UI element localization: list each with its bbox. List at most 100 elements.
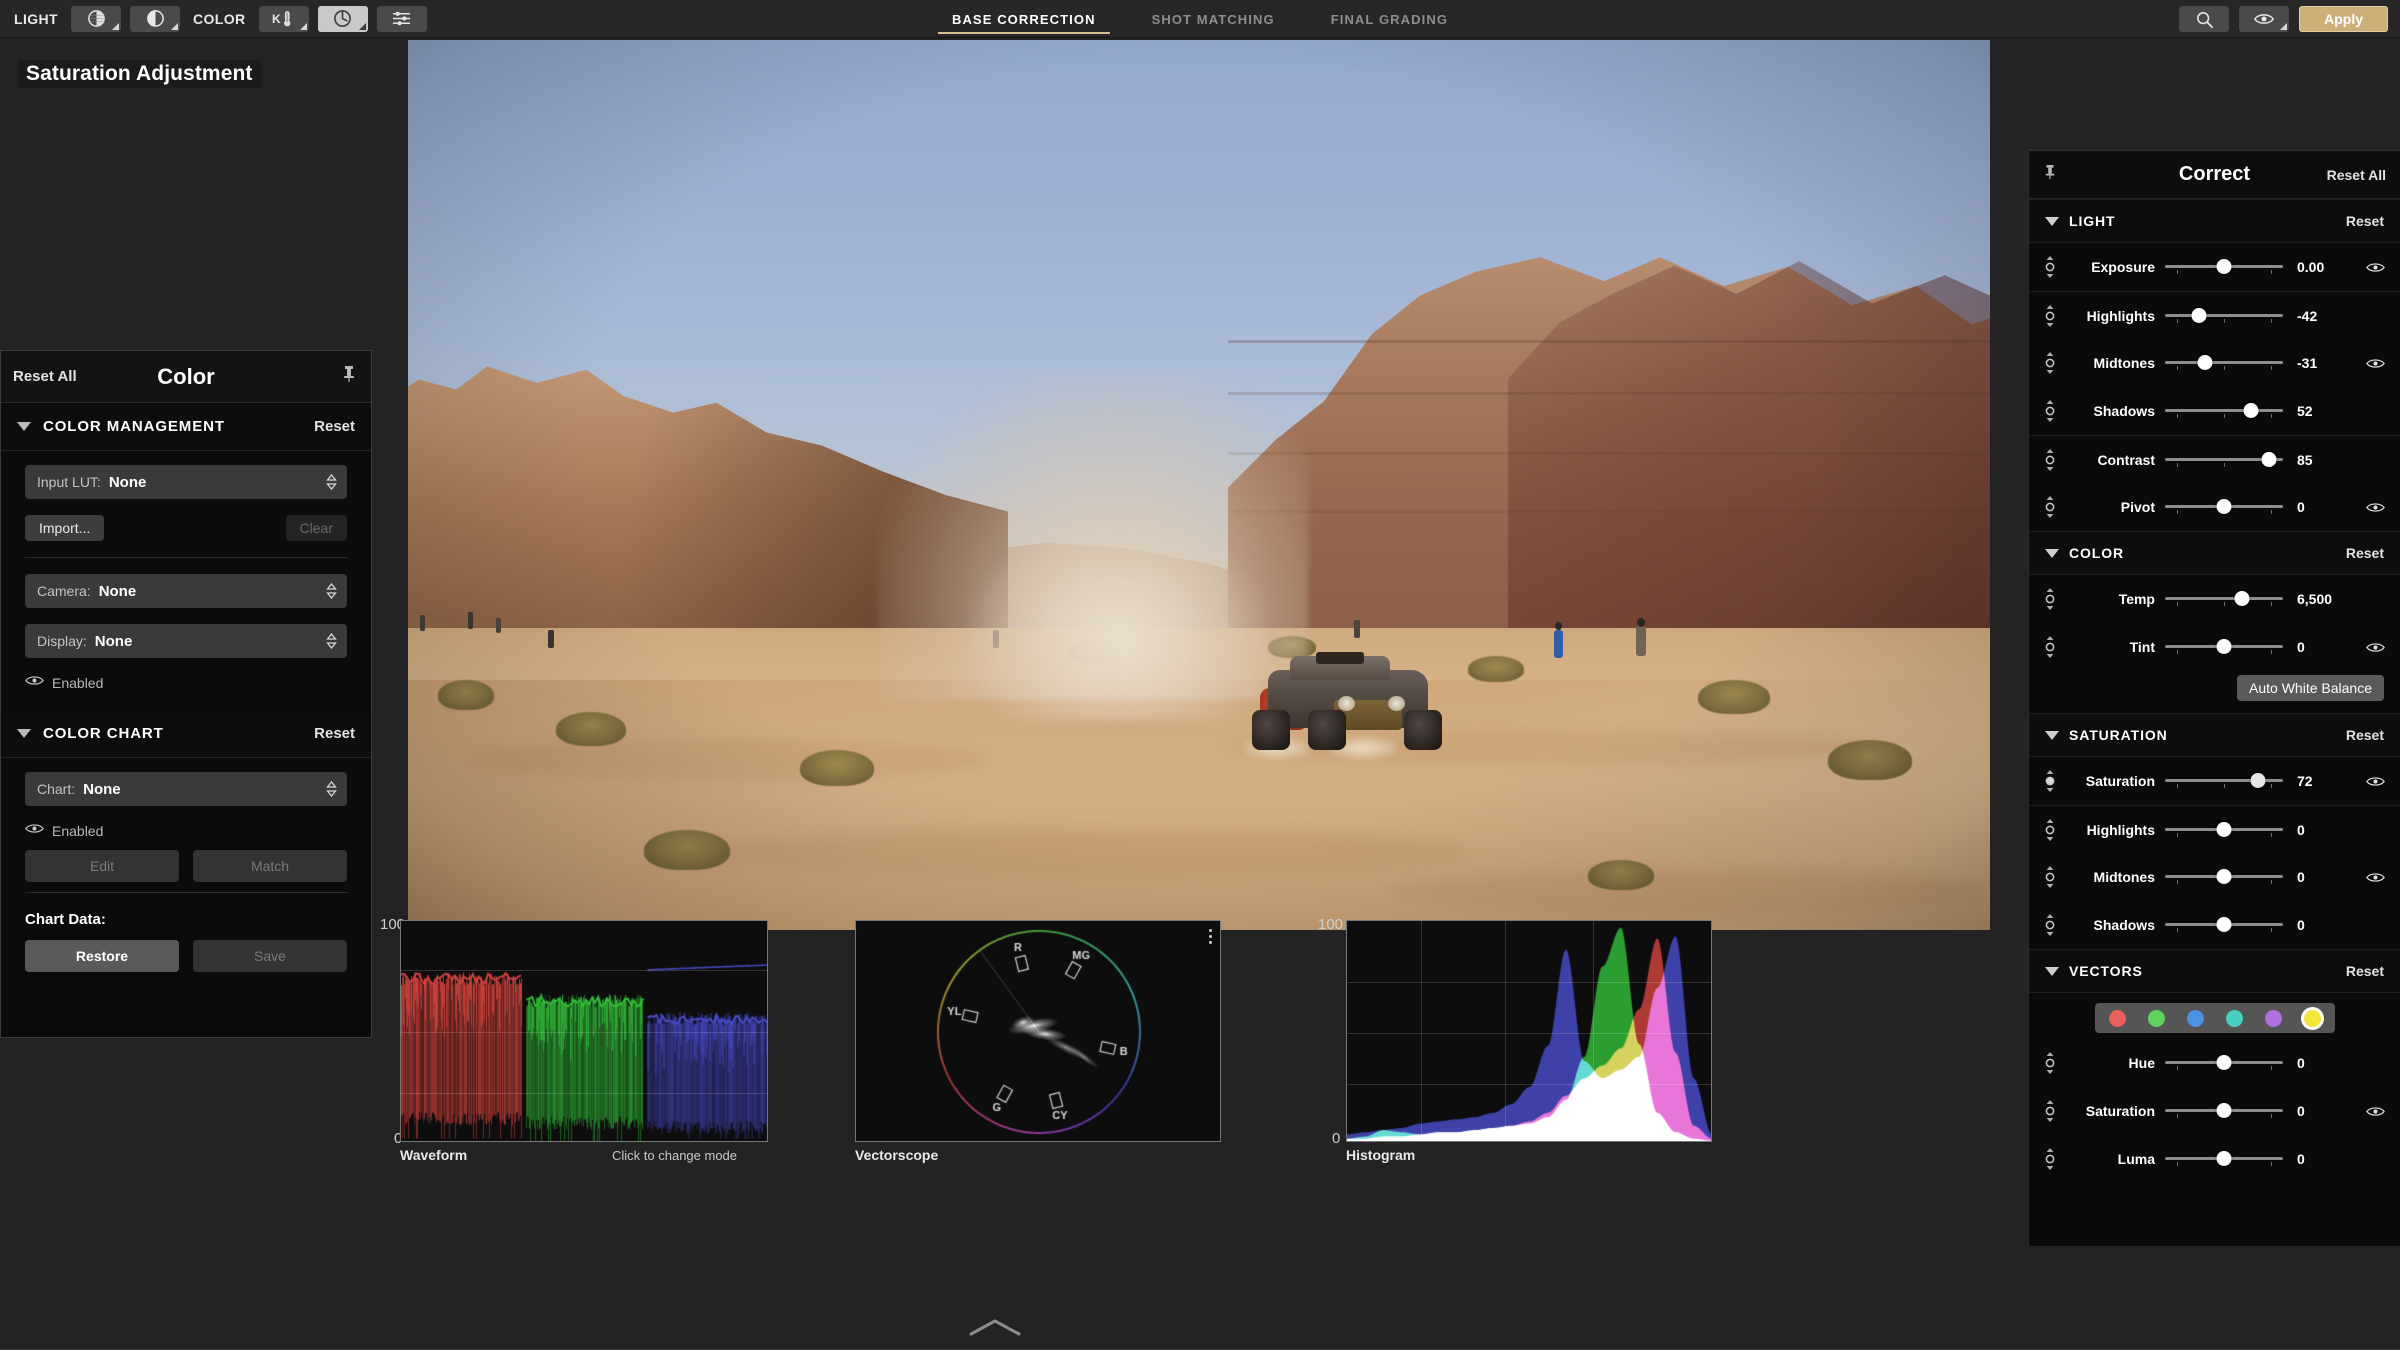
keyframe-knob-icon[interactable] — [2039, 495, 2061, 519]
preview-dropdown-corner[interactable] — [2280, 23, 2288, 30]
slider-track-light-pivot[interactable] — [2165, 496, 2283, 518]
slider-track-light-exposure[interactable] — [2165, 256, 2283, 278]
chevron-down-icon[interactable] — [2045, 216, 2059, 226]
chart-match-button[interactable]: Match — [193, 850, 347, 882]
vector-swatch-magenta[interactable] — [2254, 1006, 2293, 1030]
auto-white-balance-button[interactable]: Auto White Balance — [2237, 675, 2384, 701]
slider-eye-slot[interactable] — [2358, 1105, 2392, 1118]
keyframe-knob-icon[interactable] — [2039, 1099, 2061, 1123]
preview-toggle-button[interactable] — [2239, 6, 2290, 32]
correct-reset-all-button[interactable]: Reset All — [2327, 167, 2386, 183]
slider-eye-slot[interactable] — [2358, 775, 2392, 788]
slider-track-vectors-luma[interactable] — [2165, 1148, 2283, 1170]
pin-icon[interactable] — [2043, 164, 2057, 185]
chevron-down-icon[interactable] — [2045, 966, 2059, 976]
kelvin-temp-button[interactable]: K — [258, 5, 309, 32]
slider-track-saturation-midtones[interactable] — [2165, 866, 2283, 888]
section-reset-light[interactable]: Reset — [2346, 213, 2384, 229]
light-balance-dropdown-corner[interactable] — [112, 22, 119, 30]
person — [468, 612, 473, 629]
apply-button[interactable]: Apply — [2299, 6, 2388, 32]
slider-track-color-tint[interactable] — [2165, 636, 2283, 658]
slider-track-vectors-saturation[interactable] — [2165, 1100, 2283, 1122]
slider-track-color-temp[interactable] — [2165, 588, 2283, 610]
vector-swatch-yellow[interactable] — [2293, 1006, 2332, 1030]
slider-eye-slot[interactable] — [2358, 641, 2392, 654]
vector-swatch-green[interactable] — [2137, 1006, 2176, 1030]
color-management-reset-button[interactable]: Reset — [314, 418, 355, 435]
camera-select[interactable]: Camera: None — [25, 574, 347, 608]
slider-eye-slot[interactable] — [2358, 501, 2392, 514]
slider-track-light-highlights[interactable] — [2165, 305, 2283, 327]
stepper-icon[interactable] — [326, 583, 337, 599]
keyframe-knob-icon[interactable] — [2039, 1147, 2061, 1171]
light-balance-button[interactable] — [71, 5, 121, 32]
color-management-enabled-toggle[interactable]: Enabled — [25, 674, 347, 692]
keyframe-knob-icon[interactable] — [2039, 351, 2061, 375]
stepper-icon[interactable] — [326, 781, 337, 797]
tab-base-correction[interactable]: BASE CORRECTION — [924, 0, 1124, 38]
chart-restore-button[interactable]: Restore — [25, 940, 179, 972]
slider-track-saturation-highlights[interactable] — [2165, 819, 2283, 841]
vector-swatch-cyan[interactable] — [2215, 1006, 2254, 1030]
saturation-dial-button[interactable] — [317, 5, 368, 32]
keyframe-knob-icon[interactable] — [2039, 913, 2061, 937]
chart-edit-button[interactable]: Edit — [25, 850, 179, 882]
vector-swatch-red[interactable] — [2098, 1006, 2137, 1030]
color-reset-all-button[interactable]: Reset All — [13, 368, 77, 385]
keyframe-knob-icon[interactable] — [2039, 448, 2061, 472]
vector-swatch-blue[interactable] — [2176, 1006, 2215, 1030]
keyframe-knob-icon[interactable] — [2039, 818, 2061, 842]
chevron-down-icon[interactable] — [17, 422, 31, 431]
slider-track-light-contrast[interactable] — [2165, 449, 2283, 471]
slider-value-color-temp: 6,500 — [2297, 591, 2333, 607]
image-viewer[interactable] — [408, 40, 1990, 930]
tab-final-grading[interactable]: FINAL GRADING — [1303, 0, 1476, 38]
chart-save-button[interactable]: Save — [193, 940, 347, 972]
input-lut-select[interactable]: Input LUT: None — [25, 465, 347, 499]
stepper-icon[interactable] — [326, 474, 337, 490]
chevron-down-icon[interactable] — [2045, 730, 2059, 740]
section-reset-color[interactable]: Reset — [2346, 545, 2384, 561]
keyframe-knob-icon[interactable] — [2039, 635, 2061, 659]
keyframe-knob-icon[interactable] — [2039, 1051, 2061, 1075]
saturation-dial-dropdown-corner[interactable] — [358, 22, 366, 30]
keyframe-knob-icon[interactable] — [2039, 769, 2061, 793]
import-lut-button[interactable]: Import... — [25, 515, 105, 541]
slider-track-light-shadows[interactable] — [2165, 400, 2283, 422]
chevron-down-icon[interactable] — [2045, 548, 2059, 558]
slider-track-vectors-hue[interactable] — [2165, 1052, 2283, 1074]
slider-eye-slot[interactable] — [2358, 357, 2392, 370]
search-button[interactable] — [2179, 6, 2230, 32]
pin-icon[interactable] — [341, 365, 357, 388]
slider-label-light-exposure: Exposure — [2091, 259, 2155, 275]
kebab-menu-icon[interactable] — [1209, 929, 1212, 944]
person-blue — [1554, 630, 1563, 658]
display-select[interactable]: Display: None — [25, 624, 347, 658]
keyframe-knob-icon[interactable] — [2039, 865, 2061, 889]
section-reset-saturation[interactable]: Reset — [2346, 727, 2384, 743]
chart-select[interactable]: Chart: None — [25, 772, 347, 806]
slider-track-saturation-shadows[interactable] — [2165, 914, 2283, 936]
color-chart-reset-button[interactable]: Reset — [314, 725, 355, 742]
keyframe-knob-icon[interactable] — [2039, 255, 2061, 279]
color-chart-enabled-toggle[interactable]: Enabled — [25, 822, 347, 840]
slider-track-saturation-saturation[interactable] — [2165, 770, 2283, 792]
collapse-scopes-button[interactable] — [0, 1317, 1990, 1342]
contrast-dropdown-corner[interactable] — [171, 22, 178, 30]
section-header-color: COLOR Reset — [2029, 531, 2400, 575]
section-reset-vectors[interactable]: Reset — [2346, 963, 2384, 979]
sliders-button[interactable] — [376, 5, 427, 32]
keyframe-knob-icon[interactable] — [2039, 304, 2061, 328]
contrast-button[interactable] — [130, 5, 180, 32]
stepper-icon[interactable] — [326, 633, 337, 649]
chevron-down-icon[interactable] — [17, 729, 31, 738]
keyframe-knob-icon[interactable] — [2039, 587, 2061, 611]
waveform-mode-hint[interactable]: Click to change mode — [612, 1148, 737, 1163]
kelvin-temp-dropdown-corner[interactable] — [299, 22, 307, 30]
keyframe-knob-icon[interactable] — [2039, 399, 2061, 423]
tab-shot-matching[interactable]: SHOT MATCHING — [1124, 0, 1303, 38]
slider-track-light-midtones[interactable] — [2165, 352, 2283, 374]
slider-eye-slot[interactable] — [2358, 261, 2392, 274]
slider-eye-slot[interactable] — [2358, 871, 2392, 884]
